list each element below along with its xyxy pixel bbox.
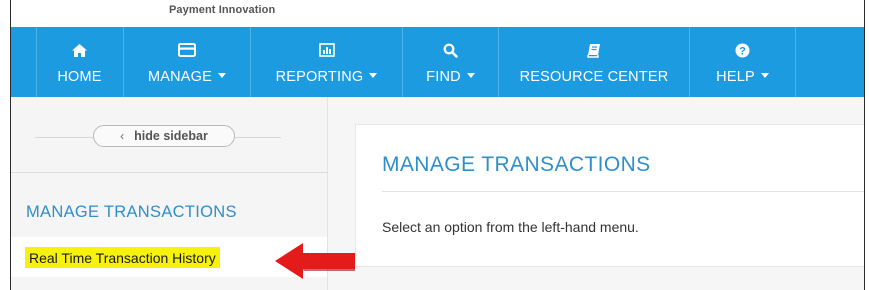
caret-down-icon xyxy=(760,72,769,78)
sidebar-divider xyxy=(11,172,327,173)
app-window: Payment Innovation HOME MANAGE REPORTING xyxy=(10,0,865,290)
content-panel xyxy=(355,124,864,267)
nav-manage-label: MANAGE xyxy=(147,69,213,85)
divider-line xyxy=(235,137,281,138)
nav-manage[interactable]: MANAGE xyxy=(124,27,251,97)
hide-sidebar-label: hide sidebar xyxy=(134,129,208,143)
sidebar-heading: MANAGE TRANSACTIONS xyxy=(26,203,237,221)
card-icon xyxy=(178,41,196,59)
top-navbar: HOME MANAGE REPORTING FIND RESOURCE CENT xyxy=(11,27,864,97)
caret-down-icon xyxy=(218,72,227,78)
hide-sidebar-button[interactable]: ‹ hide sidebar xyxy=(93,125,235,147)
nav-find[interactable]: FIND xyxy=(403,27,499,97)
page-title: MANAGE TRANSACTIONS xyxy=(382,153,651,176)
book-icon xyxy=(587,41,601,59)
sidebar-item-real-time-transaction-history[interactable]: Real Time Transaction History xyxy=(25,247,220,268)
red-arrow-icon xyxy=(275,243,355,279)
home-icon xyxy=(71,41,88,59)
nav-resource-center[interactable]: RESOURCE CENTER xyxy=(499,27,690,97)
nav-spacer xyxy=(11,27,37,97)
nav-reporting[interactable]: REPORTING xyxy=(251,27,403,97)
brand-tagline: Payment Innovation xyxy=(169,4,276,16)
svg-text:?: ? xyxy=(739,45,746,57)
nav-resource-center-label: RESOURCE CENTER xyxy=(519,69,669,85)
nav-home[interactable]: HOME xyxy=(36,27,124,97)
nav-help[interactable]: ? HELP xyxy=(690,27,796,97)
nav-home-label: HOME xyxy=(57,69,102,85)
title-divider xyxy=(382,191,864,192)
nav-find-label: FIND xyxy=(426,69,461,85)
caret-down-icon xyxy=(466,72,475,78)
instruction-text: Select an option from the left-hand menu… xyxy=(382,219,639,235)
divider-line xyxy=(35,137,93,138)
chevron-left-icon: ‹ xyxy=(120,129,125,143)
bar-chart-icon xyxy=(318,41,335,59)
nav-help-label: HELP xyxy=(716,69,755,85)
caret-down-icon xyxy=(369,72,378,78)
nav-reporting-label: REPORTING xyxy=(275,69,364,85)
question-circle-icon: ? xyxy=(735,41,750,59)
search-icon xyxy=(443,41,458,59)
